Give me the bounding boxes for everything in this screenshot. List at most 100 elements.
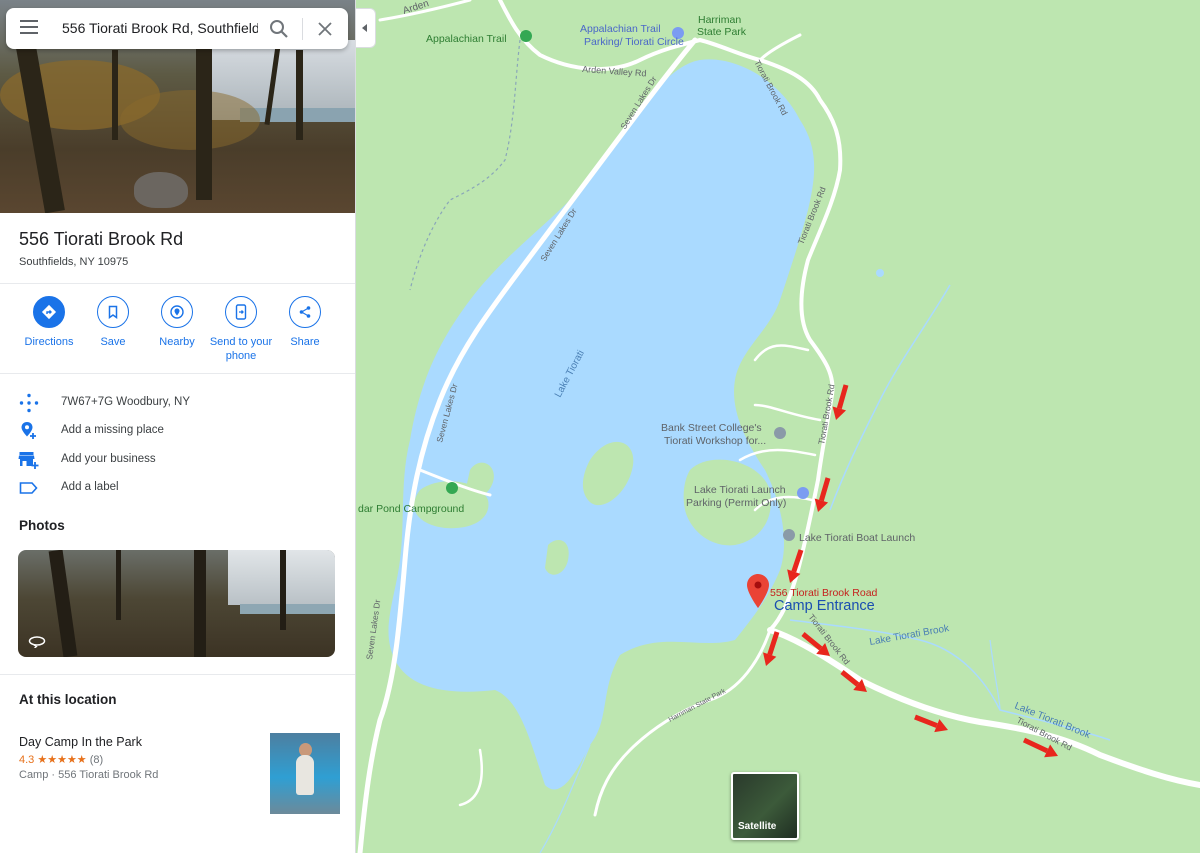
review-count: (8): [89, 754, 104, 766]
save-label: Save: [100, 336, 126, 348]
road-south: [458, 748, 484, 807]
add-missing-place-text: Add a missing place: [61, 424, 164, 436]
rating-stars: ★★★★★: [37, 754, 87, 766]
route-arrow-shaft: [836, 384, 849, 410]
thumb-person-body: [296, 755, 314, 795]
label-harriman-state-park-rd: Harriman State Park: [668, 688, 728, 724]
business-name-link[interactable]: Day Camp In the Park: [19, 735, 142, 749]
add-business-text: Add your business: [61, 453, 156, 465]
share-icon: [289, 296, 321, 328]
search-divider: [302, 18, 303, 40]
appalachian-trail-path: [409, 39, 521, 291]
collapse-panel-button[interactable]: [356, 8, 376, 48]
divider: [0, 674, 355, 675]
satellite-layer-toggle[interactable]: Satellite: [731, 772, 799, 840]
add-label-row[interactable]: Add a label: [0, 476, 355, 500]
action-bar: Directions Save Nearby Send to your phon…: [0, 296, 355, 366]
parking-poi-icon[interactable]: [797, 487, 809, 499]
photo-tree: [280, 550, 286, 630]
at-location-heading: At this location: [19, 692, 117, 707]
hiking-poi-icon[interactable]: [520, 30, 532, 42]
send-to-phone-button[interactable]: Send to your phone: [209, 296, 273, 363]
label-campground: dar Pond Campground: [358, 503, 464, 515]
label-launch-parking-1: Lake Tiorati Launch: [694, 484, 786, 496]
map-svg: Arden Appalachian Trail Appalachian Trai…: [357, 0, 1200, 853]
add-location-icon: [18, 421, 40, 441]
hero-tree: [296, 50, 303, 140]
label-at-parking-2: Parking/ Tiorati Circle: [584, 36, 684, 48]
nearby-label: Nearby: [159, 336, 195, 348]
place-title: 556 Tiorati Brook Rd: [19, 229, 184, 249]
label-camp-entrance: Camp Entrance: [774, 598, 875, 614]
share-button[interactable]: Share: [273, 296, 337, 349]
search-box[interactable]: 556 Tiorati Brook Rd, Southfields,: [6, 8, 348, 49]
save-button[interactable]: Save: [81, 296, 145, 349]
label-tiorati-brook-rd-3: Tiorati Brook Rd: [816, 383, 837, 445]
photo-tree: [48, 550, 78, 657]
nearby-icon: [161, 296, 193, 328]
route-arrow-head: [832, 406, 847, 420]
divider: [0, 373, 355, 374]
label-icon: [18, 478, 40, 498]
stream: [829, 284, 951, 511]
add-missing-place-row[interactable]: Add a missing place: [0, 419, 355, 443]
directions-label: Directions: [24, 336, 74, 348]
business-rating: 4.3 ★★★★★ (8): [19, 753, 103, 766]
boat-launch-poi-icon[interactable]: [783, 529, 795, 541]
label-harriman-1: Harriman: [698, 14, 741, 26]
route-arrow-shaft: [818, 477, 831, 502]
add-label-text: Add a label: [61, 481, 119, 493]
plus-code-row[interactable]: 7W67+7G Woodbury, NY: [0, 391, 355, 415]
side-panel: 556 Tiorati Brook Rd Southfields, NY 109…: [0, 0, 356, 853]
plus-code-icon: [18, 393, 40, 413]
directions-button[interactable]: Directions: [17, 296, 81, 349]
place-address: Southfields, NY 10975: [19, 256, 129, 268]
close-icon[interactable]: [314, 18, 336, 40]
photo-thumbnail[interactable]: [18, 550, 335, 657]
label-boat-launch: Lake Tiorati Boat Launch: [799, 532, 915, 544]
maps-app: 556 Tiorati Brook Rd Southfields, NY 109…: [0, 0, 1200, 853]
divider: [0, 283, 355, 284]
add-business-row[interactable]: Add your business: [0, 448, 355, 472]
search-icon[interactable]: [268, 18, 290, 40]
pond: [876, 269, 884, 277]
route-arrow-shaft: [767, 631, 780, 656]
hero-foliage: [120, 90, 260, 150]
label-harriman-2: State Park: [697, 26, 747, 38]
label-launch-parking-2: Parking (Permit Only): [686, 497, 786, 509]
route-arrow-shaft: [914, 714, 938, 728]
road-north-2: [758, 33, 802, 62]
photos-heading: Photos: [19, 518, 65, 533]
send-to-phone-icon: [225, 296, 257, 328]
label-appalachian-trail: Appalachian Trail: [426, 33, 507, 45]
bookmark-icon: [97, 296, 129, 328]
map-canvas[interactable]: Arden Appalachian Trail Appalachian Trai…: [356, 0, 1200, 853]
satellite-label: Satellite: [738, 821, 777, 832]
photo-tree: [194, 550, 206, 657]
photo-lake: [240, 604, 335, 614]
label-seven-lakes-4: Seven Lakes Dr: [364, 599, 382, 660]
add-business-icon: [18, 450, 40, 470]
school-poi-icon[interactable]: [774, 427, 786, 439]
label-bank-street-2: Tiorati Workshop for...: [664, 435, 766, 447]
route-arrow-head: [814, 498, 829, 512]
rating-value: 4.3: [19, 754, 35, 766]
campground-poi-icon[interactable]: [446, 482, 458, 494]
menu-icon[interactable]: [20, 20, 38, 36]
label-bank-street-1: Bank Street College's: [661, 422, 762, 434]
send-to-phone-label: Send to your phone: [209, 336, 273, 362]
street-view-360-icon: [28, 634, 46, 649]
hero-tree: [196, 40, 212, 200]
label-arden-valley-rd: Arden Valley Rd: [582, 64, 647, 78]
search-input[interactable]: 556 Tiorati Brook Rd, Southfields,: [62, 20, 258, 36]
nearby-button[interactable]: Nearby: [145, 296, 209, 349]
label-brook-1: Lake Tiorati Brook: [869, 623, 951, 648]
business-meta: Camp · 556 Tiorati Brook Rd: [19, 769, 159, 781]
photo-tree: [116, 550, 121, 620]
business-photo-thumbnail[interactable]: [270, 733, 340, 814]
plus-code-text: 7W67+7G Woodbury, NY: [61, 396, 191, 408]
route-arrow-shaft: [1022, 737, 1049, 754]
label-at-parking-1: Appalachian Trail: [580, 23, 661, 35]
hero-tree: [112, 50, 118, 140]
share-label: Share: [290, 336, 320, 348]
